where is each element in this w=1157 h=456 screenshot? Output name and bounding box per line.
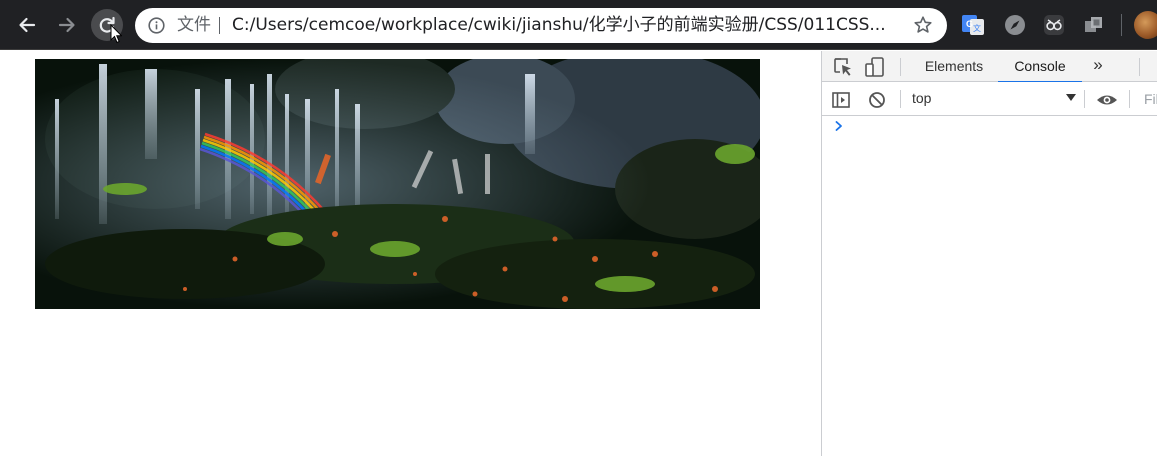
clear-console-icon[interactable]: [867, 90, 887, 110]
devtools-tabbar: Elements Console »: [822, 51, 1157, 83]
star-icon[interactable]: [913, 15, 933, 35]
arrow-right-icon: [58, 17, 75, 33]
chevron-down-icon: [1066, 94, 1076, 101]
omnibox-divider: [219, 17, 220, 34]
tabbar-divider: [900, 58, 901, 76]
filter-input[interactable]: [1139, 88, 1157, 110]
info-icon[interactable]: [148, 17, 165, 34]
compass-icon[interactable]: [1003, 13, 1027, 37]
consolebar-divider: [1084, 90, 1085, 108]
browser-toolbar: 文件 C:/Users/cemcoe/workplace/cwiki/jians…: [0, 0, 1157, 50]
toolbar-divider: [1121, 14, 1122, 36]
reload-button[interactable]: [91, 9, 123, 41]
live-expression-eye-icon[interactable]: [1096, 90, 1118, 110]
address-bar[interactable]: 文件 C:/Users/cemcoe/workplace/cwiki/jians…: [135, 8, 947, 43]
more-tabs-icon[interactable]: »: [1088, 51, 1108, 82]
arrow-left-icon: [19, 17, 36, 33]
consolebar-divider: [1129, 90, 1130, 108]
console-prompt-chevron-icon[interactable]: [833, 120, 845, 132]
owl-icon[interactable]: [1042, 13, 1066, 37]
console-toolbar: top: [822, 82, 1157, 116]
tabbar-divider: [1139, 58, 1140, 76]
devtools-panel: Elements Console » top: [821, 51, 1157, 456]
svg-text:G: G: [966, 19, 973, 29]
tab-console[interactable]: Console: [998, 51, 1082, 83]
context-selector[interactable]: top: [910, 88, 1076, 110]
consolebar-divider: [900, 90, 901, 108]
page-viewport: [0, 51, 821, 456]
inspect-element-icon[interactable]: [832, 56, 854, 78]
back-button[interactable]: [11, 9, 43, 41]
google-translate-icon[interactable]: G 文: [961, 13, 985, 37]
url-text[interactable]: C:/Users/cemcoe/workplace/cwiki/jianshu/…: [232, 15, 902, 35]
security-label[interactable]: 文件: [177, 15, 211, 35]
forward-button[interactable]: [51, 9, 83, 41]
waterfall-rainbow-image: [35, 59, 760, 309]
reload-icon: [99, 16, 115, 33]
tab-elements[interactable]: Elements: [910, 51, 998, 82]
context-value: top: [912, 90, 932, 106]
show-sidebar-icon[interactable]: [831, 90, 851, 110]
cubes-icon[interactable]: [1082, 13, 1106, 37]
svg-text:文: 文: [973, 23, 981, 33]
profile-avatar[interactable]: [1134, 11, 1157, 39]
device-toolbar-icon[interactable]: [864, 56, 886, 78]
